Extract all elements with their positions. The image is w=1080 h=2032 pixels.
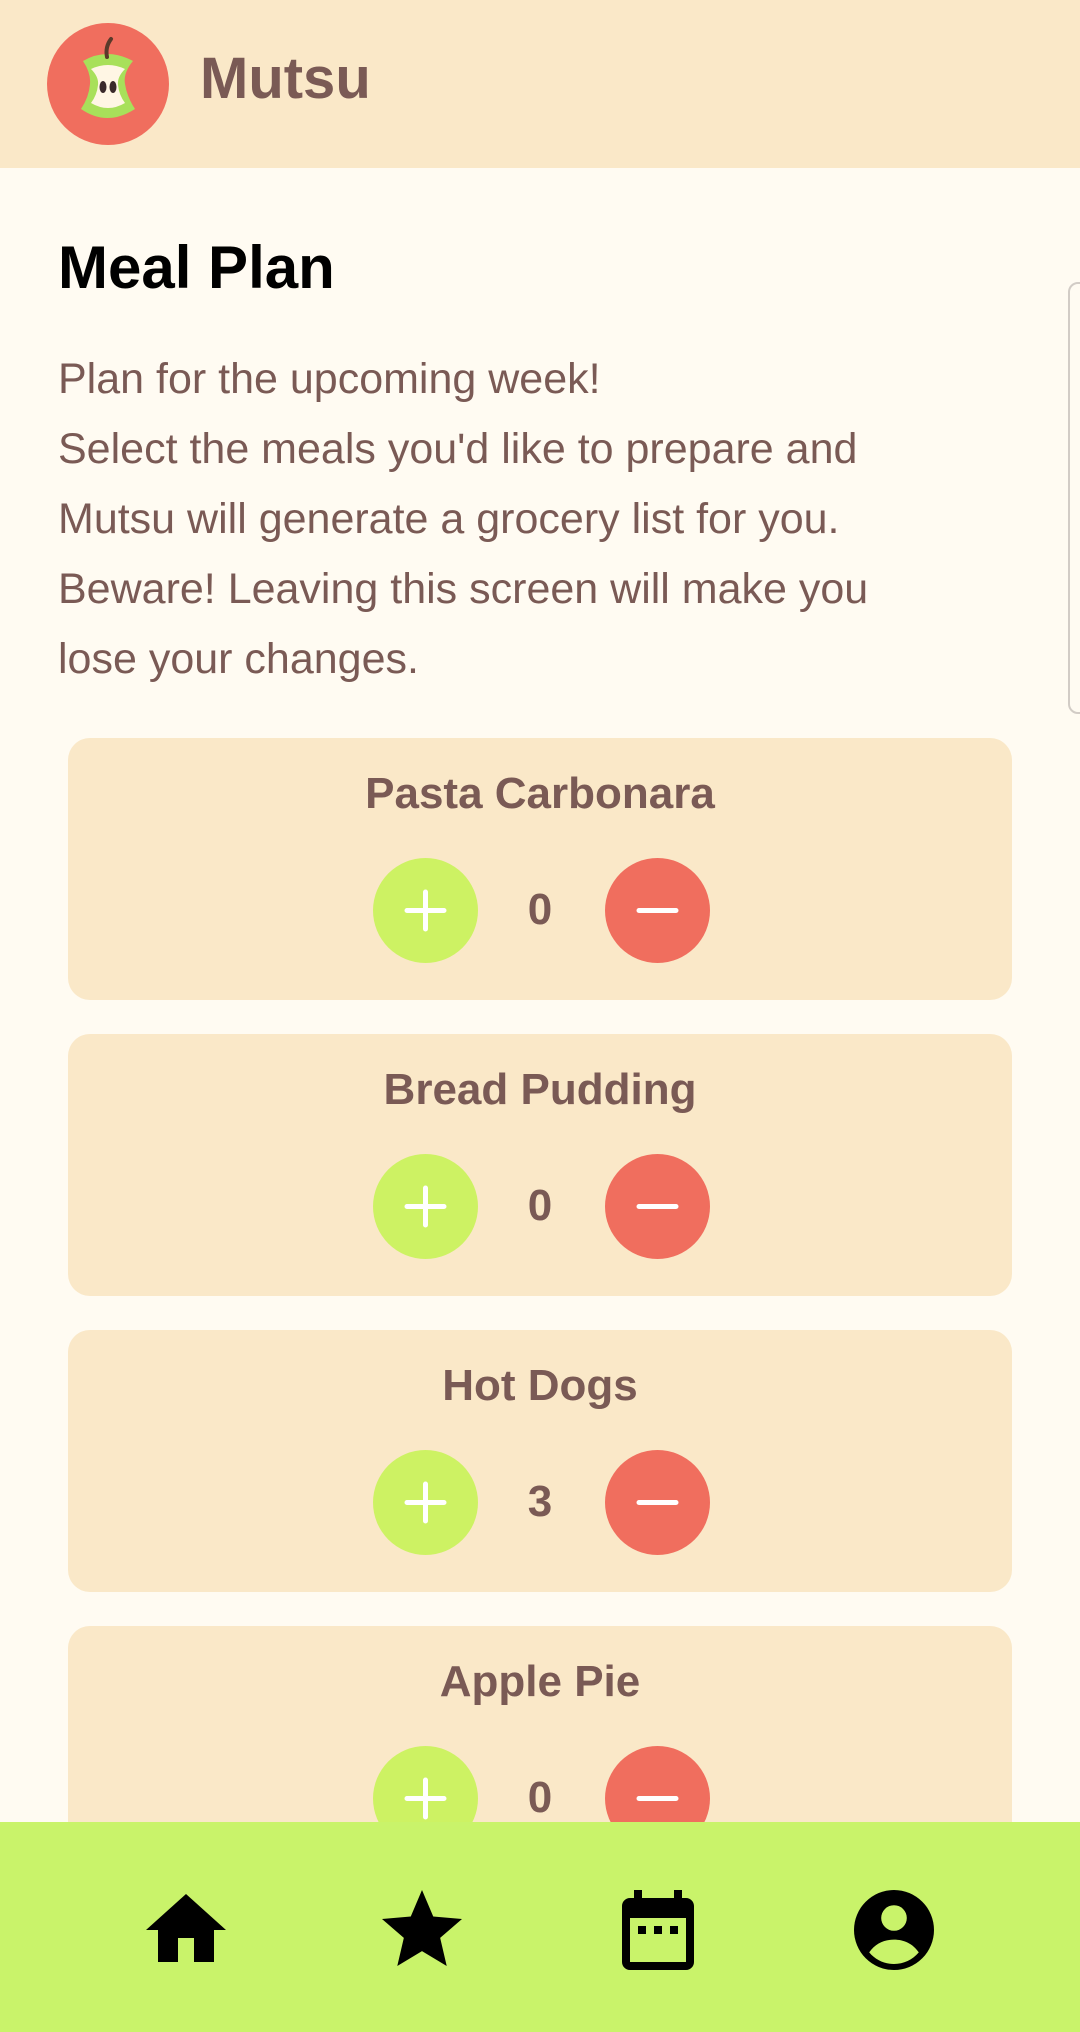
increment-button[interactable]: [373, 858, 478, 963]
plus-icon: [404, 1185, 447, 1228]
decrement-button[interactable]: [605, 1154, 710, 1259]
page-title: Meal Plan: [58, 234, 335, 301]
plus-icon: [404, 889, 447, 932]
meal-card-hot-dogs: Hot Dogs 3: [68, 1330, 1012, 1592]
description-line: Select the meals you'd like to prepare a…: [58, 425, 858, 473]
nav-favorites[interactable]: [374, 1882, 470, 1978]
increment-button[interactable]: [373, 1154, 478, 1259]
description-line: Plan for the upcoming week!: [58, 355, 601, 403]
scroll-handle[interactable]: [1068, 282, 1080, 714]
decrement-button[interactable]: [605, 1450, 710, 1555]
bottom-navigation: [0, 1822, 1080, 2032]
calendar-icon: [622, 1890, 694, 1970]
minus-icon: [636, 908, 679, 913]
description-line: Mutsu will generate a grocery list for y…: [58, 495, 840, 543]
nav-home[interactable]: [138, 1882, 234, 1978]
meal-count: 3: [527, 1477, 553, 1526]
account-icon: [854, 1890, 934, 1970]
nav-meal-plan[interactable]: [610, 1882, 706, 1978]
minus-icon: [636, 1500, 679, 1505]
app-header: Mutsu: [0, 0, 1080, 168]
star-icon: [382, 1890, 462, 1966]
decrement-button[interactable]: [605, 858, 710, 963]
meal-count: 0: [527, 1773, 553, 1822]
meal-name: Bread Pudding: [383, 1065, 697, 1114]
meal-count: 0: [527, 885, 553, 934]
nav-account[interactable]: [846, 1882, 942, 1978]
meal-count: 0: [527, 1181, 553, 1230]
apple-core-icon: [47, 23, 169, 145]
meal-card-pasta-carbonara: Pasta Carbonara 0: [68, 738, 1012, 1000]
plus-icon: [404, 1481, 447, 1524]
home-icon: [146, 1894, 226, 1962]
meal-name: Pasta Carbonara: [365, 769, 715, 818]
description-line: Beware! Leaving this screen will make yo…: [58, 565, 869, 613]
increment-button[interactable]: [373, 1450, 478, 1555]
app-title: Mutsu: [200, 46, 371, 111]
meal-name: Hot Dogs: [442, 1361, 638, 1410]
meal-card-bread-pudding: Bread Pudding 0: [68, 1034, 1012, 1296]
page-description: Plan for the upcoming week! Select the m…: [58, 344, 1018, 694]
description-line: lose your changes.: [58, 635, 419, 683]
minus-icon: [636, 1204, 679, 1209]
meal-name: Apple Pie: [439, 1657, 641, 1706]
